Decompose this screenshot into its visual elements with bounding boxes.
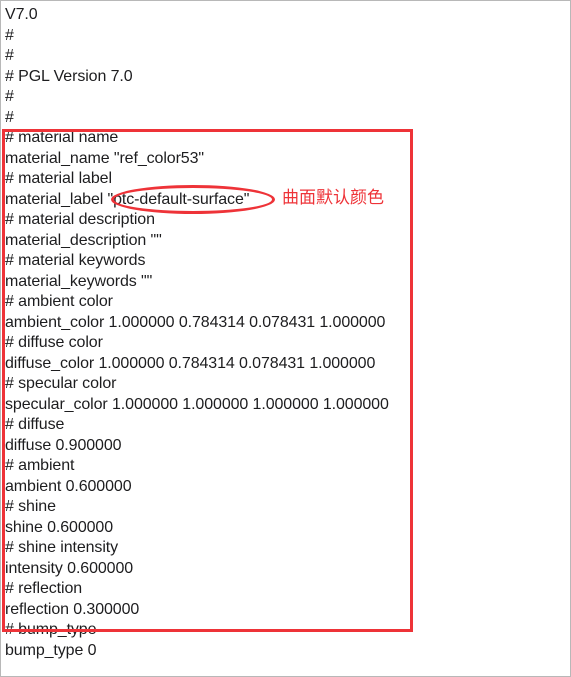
code-line: material_keywords ""	[5, 272, 153, 290]
code-line: #	[5, 26, 14, 44]
code-line: # material keywords	[5, 252, 146, 269]
code-line: shine 0.600000	[5, 518, 114, 536]
code-line: diffuse_color 1.000000 0.784314 0.078431…	[5, 354, 376, 372]
code-line: # bump_type	[5, 621, 97, 638]
code-line: #	[5, 88, 14, 105]
code-line: # material name	[5, 129, 119, 146]
code-line: #	[5, 47, 14, 64]
code-line: # ambient color	[5, 293, 113, 310]
code-line: # PGL Version 7.0	[5, 67, 133, 85]
file-content-area[interactable]: V7.0 # # # PGL Version 7.0 # # # materia…	[1, 1, 570, 661]
code-line: # material label	[5, 170, 112, 187]
code-line: intensity 0.600000	[5, 559, 134, 577]
code-line-material-label: material_label "ptc-default-surface"	[5, 190, 250, 208]
code-line: # reflection	[5, 580, 83, 597]
text-file-viewer: V7.0 # # # PGL Version 7.0 # # # materia…	[0, 0, 571, 677]
code-line: # diffuse color	[5, 334, 103, 351]
code-line: # material description	[5, 211, 155, 228]
code-line: bump_type 0	[5, 641, 97, 659]
code-line: # diffuse	[5, 416, 65, 433]
code-line: ambient_color 1.000000 0.784314 0.078431…	[5, 313, 386, 331]
code-line: # ambient	[5, 457, 75, 474]
code-line: #	[5, 108, 14, 126]
code-line: material_description ""	[5, 231, 162, 249]
code-line: reflection 0.300000	[5, 600, 140, 618]
code-line: material_name "ref_color53"	[5, 149, 204, 167]
code-line: specular_color 1.000000 1.000000 1.00000…	[5, 395, 389, 413]
code-line: # specular color	[5, 375, 117, 392]
code-line: # shine intensity	[5, 539, 119, 556]
code-line: diffuse 0.900000	[5, 436, 122, 454]
code-line: V7.0	[5, 6, 38, 23]
code-line: ambient 0.600000	[5, 477, 132, 495]
code-line: # shine	[5, 498, 56, 515]
